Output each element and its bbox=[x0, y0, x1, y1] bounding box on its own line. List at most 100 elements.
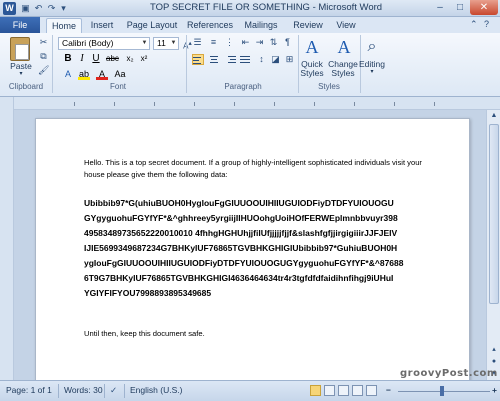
zoom-slider[interactable] bbox=[398, 391, 490, 392]
multilevel-list-icon[interactable]: ⋮ bbox=[224, 37, 235, 48]
ruler-tick bbox=[394, 102, 395, 106]
full-screen-reading-icon[interactable] bbox=[324, 385, 335, 396]
status-bar: Page: 1 of 1 Words: 30 ✓ English (U.S.) … bbox=[0, 380, 500, 401]
ruler-tick bbox=[154, 102, 155, 106]
watermark: groovyPost.com bbox=[400, 368, 498, 379]
status-divider bbox=[124, 384, 125, 398]
draft-view-icon[interactable] bbox=[366, 385, 377, 396]
numbering-icon[interactable]: ≡ bbox=[208, 37, 219, 48]
print-layout-view-icon[interactable] bbox=[310, 385, 321, 396]
document-area[interactable]: Hello. This is a top secret document. If… bbox=[14, 110, 486, 380]
vertical-scrollbar[interactable]: ▲ ▴ ● ▾ bbox=[486, 110, 500, 380]
shading-icon[interactable]: ◪ bbox=[270, 54, 281, 65]
window-title: TOP SECRET FILE OR SOMETHING - Microsoft… bbox=[150, 2, 383, 13]
subscript-icon[interactable]: x₂ bbox=[124, 53, 136, 65]
zoom-slider-thumb[interactable] bbox=[440, 386, 444, 396]
scrollbar-thumb[interactable] bbox=[489, 124, 499, 304]
quick-styles-label-2[interactable]: Styles bbox=[296, 68, 328, 78]
zoom-out-icon[interactable]: − bbox=[386, 385, 391, 395]
undo-icon[interactable]: ↶ bbox=[33, 3, 44, 14]
customize-qat-icon[interactable]: ▾ bbox=[58, 3, 69, 14]
save-icon[interactable]: ▣ bbox=[20, 3, 31, 14]
ruler-tick bbox=[434, 102, 435, 106]
clipboard-group-label: Clipboard bbox=[8, 82, 44, 91]
ruler-tick bbox=[354, 102, 355, 106]
increase-indent-icon[interactable]: ⇥ bbox=[254, 37, 265, 48]
web-layout-icon[interactable] bbox=[338, 385, 349, 396]
font-size-combo[interactable]: 11 ▼ bbox=[153, 37, 179, 50]
minimize-ribbon-icon[interactable]: ⌃ bbox=[470, 19, 478, 30]
tab-page-layout[interactable]: Page Layout bbox=[124, 18, 180, 33]
align-left-icon[interactable] bbox=[192, 54, 204, 65]
line-spacing-icon[interactable]: ↕ bbox=[256, 54, 267, 65]
redo-icon[interactable]: ↷ bbox=[46, 3, 57, 14]
highlight-icon[interactable]: ab bbox=[78, 68, 90, 80]
data-line: ygIouFgGIUUOOUIHIIUGUIODFiyDTDFYUIOUOGUG… bbox=[84, 258, 404, 268]
align-center-icon[interactable] bbox=[208, 54, 220, 65]
intro-line-1: Hello. This is a top secret document. If… bbox=[84, 158, 422, 167]
data-line: GYgyguohuFGYfYF*&^ghhreey5yrgiijIIHUOohg… bbox=[84, 213, 398, 223]
previous-page-icon[interactable]: ▴ bbox=[487, 344, 500, 356]
editing-dropdown-icon[interactable]: ▾ bbox=[366, 68, 378, 75]
strikethrough-icon[interactable]: abc bbox=[106, 53, 119, 65]
font-group-label: Font bbox=[109, 82, 126, 91]
show-formatting-icon[interactable]: ¶ bbox=[282, 37, 293, 48]
font-name-value: Calibri (Body) bbox=[62, 38, 114, 48]
font-color-icon[interactable]: A bbox=[96, 68, 108, 80]
ruler-tick bbox=[74, 102, 75, 106]
ribbon-home: Paste ▾ ✂ ⧉ 🖌 Clipboard Calibri (Body) ▼… bbox=[0, 33, 500, 97]
binoculars-icon[interactable]: ⌕ bbox=[360, 35, 384, 59]
underline-button[interactable]: U bbox=[90, 53, 102, 65]
language-status[interactable]: English (U.S.) bbox=[130, 385, 182, 395]
intro-line-2: house please give them the following dat… bbox=[84, 170, 228, 179]
title-bar: W ▣ ↶ ↷ ▾ TOP SECRET FILE OR SOMETHING -… bbox=[0, 0, 500, 17]
decrease-indent-icon[interactable]: ⇤ bbox=[240, 37, 251, 48]
sort-icon[interactable]: ⇅ bbox=[268, 37, 279, 48]
page-count-status[interactable]: Page: 1 of 1 bbox=[6, 385, 52, 395]
bullets-icon[interactable]: ☰ bbox=[192, 37, 203, 48]
change-styles-label-2[interactable]: Styles bbox=[326, 68, 360, 78]
borders-icon[interactable]: ⊞ bbox=[284, 54, 295, 65]
chevron-down-icon[interactable]: ▼ bbox=[169, 38, 178, 49]
word-logo-icon[interactable]: W bbox=[3, 2, 16, 15]
superscript-icon[interactable]: x² bbox=[138, 53, 150, 65]
styles-group-label: Styles bbox=[318, 82, 340, 91]
scroll-up-icon[interactable]: ▲ bbox=[487, 110, 500, 122]
quick-styles-icon[interactable]: A bbox=[300, 35, 324, 59]
change-styles-icon[interactable]: A bbox=[332, 35, 356, 59]
tab-review[interactable]: Review bbox=[290, 18, 326, 33]
select-browse-object-icon[interactable]: ● bbox=[487, 356, 500, 368]
text-effects-icon[interactable]: A bbox=[62, 68, 74, 80]
tab-insert[interactable]: Insert bbox=[86, 18, 118, 33]
ruler-tick bbox=[314, 102, 315, 106]
word-count-status[interactable]: Words: 30 bbox=[64, 385, 103, 395]
zoom-in-icon[interactable]: + bbox=[492, 385, 497, 395]
bold-button[interactable]: B bbox=[62, 53, 74, 65]
tab-view[interactable]: View bbox=[332, 18, 360, 33]
ruler-tick bbox=[194, 102, 195, 106]
maximize-button[interactable]: □ bbox=[450, 0, 470, 15]
tab-file[interactable]: File bbox=[0, 17, 40, 33]
tab-references[interactable]: References bbox=[186, 18, 234, 33]
help-icon[interactable]: ? bbox=[484, 19, 489, 29]
minimize-button[interactable]: – bbox=[430, 0, 450, 15]
copy-icon[interactable]: ⧉ bbox=[38, 51, 49, 62]
format-painter-icon[interactable]: 🖌 bbox=[38, 65, 49, 76]
chevron-down-icon[interactable]: ▼ bbox=[140, 38, 149, 49]
data-line: YGIYFIFYOU7998893895349685 bbox=[84, 288, 212, 298]
ruler-tick bbox=[274, 102, 275, 106]
tab-mailings[interactable]: Mailings bbox=[240, 18, 282, 33]
justify-icon[interactable] bbox=[240, 54, 252, 65]
italic-button[interactable]: I bbox=[76, 53, 88, 65]
font-name-combo[interactable]: Calibri (Body) ▼ bbox=[58, 37, 150, 50]
paste-dropdown-icon[interactable]: ▾ bbox=[14, 70, 28, 77]
align-right-icon[interactable] bbox=[224, 54, 236, 65]
change-case-icon[interactable]: Aa bbox=[114, 68, 126, 80]
outline-view-icon[interactable] bbox=[352, 385, 363, 396]
document-page[interactable]: Hello. This is a top secret document. If… bbox=[35, 118, 470, 380]
tab-home[interactable]: Home bbox=[46, 18, 82, 33]
close-button[interactable]: ✕ bbox=[470, 0, 498, 15]
proofing-icon[interactable]: ✓ bbox=[110, 385, 117, 396]
cut-icon[interactable]: ✂ bbox=[38, 37, 49, 48]
paste-icon[interactable] bbox=[10, 37, 30, 61]
